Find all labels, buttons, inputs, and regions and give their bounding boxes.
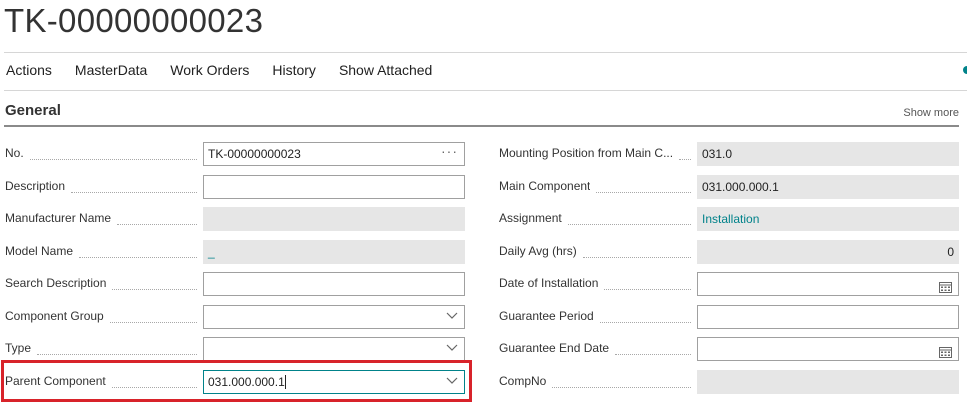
field-row-search-description: Search Description — [5, 272, 465, 298]
field-value-text: 0 — [947, 244, 954, 259]
field-value-text: 031.000.000.1 — [702, 179, 779, 194]
field-row-main-component: Main Component 031.000.000.1 — [499, 174, 959, 201]
menu-show-attached[interactable]: Show Attached — [339, 62, 432, 78]
action-menu: Actions MasterData Work Orders History S… — [6, 62, 455, 78]
show-more-link[interactable]: Show more — [903, 107, 959, 119]
field-label: Model Name — [5, 243, 74, 258]
label-leader-dots — [599, 310, 691, 323]
field-row-assignment: Assignment Installation — [499, 207, 959, 233]
field-label: No. — [5, 146, 24, 160]
menu-actions[interactable]: Actions — [6, 62, 52, 78]
field-row-model-name: Model Name _ — [5, 239, 465, 266]
field-value-text: Installation — [702, 212, 760, 226]
label-leader-dots — [604, 277, 691, 290]
label-leader-dots — [582, 245, 691, 258]
field-value-text: _ — [208, 244, 215, 259]
description-input[interactable] — [203, 174, 465, 199]
field-label: Manufacturer Name — [5, 211, 112, 225]
label-leader-dots — [71, 180, 197, 193]
label-leader-dots — [679, 147, 691, 160]
menu-masterdata[interactable]: MasterData — [75, 62, 147, 78]
page-title: TK-00000000023 — [4, 2, 264, 39]
header-divider — [4, 52, 967, 53]
field-label: Main Component — [499, 178, 591, 193]
field-row-compno: CompNo — [499, 369, 959, 396]
field-label: Assignment — [499, 211, 562, 225]
field-row-no: No. TK-00000000023 ··· — [5, 142, 465, 168]
search-description-input[interactable] — [203, 272, 465, 296]
field-row-description: Description — [5, 174, 465, 201]
field-label: Type — [5, 341, 32, 355]
label-leader-dots — [29, 147, 197, 160]
field-label: Guarantee Period — [499, 308, 594, 323]
field-label: Date of Installation — [499, 276, 599, 290]
section-title-general[interactable]: General — [5, 102, 61, 119]
guarantee-end-date-input[interactable] — [697, 337, 959, 361]
chevron-down-icon[interactable] — [446, 312, 458, 320]
label-leader-dots — [79, 245, 197, 258]
field-label: Search Description — [5, 276, 107, 290]
no-input[interactable]: TK-00000000023 ··· — [203, 142, 465, 166]
main-component-value: 031.000.000.1 — [697, 174, 959, 199]
calendar-icon[interactable] — [939, 278, 952, 300]
daily-avg-hrs-value: 0 — [697, 239, 959, 264]
label-leader-dots — [37, 342, 197, 355]
menu-divider — [4, 90, 967, 91]
label-leader-dots — [552, 375, 691, 388]
chevron-down-icon[interactable] — [446, 344, 458, 352]
label-leader-dots — [596, 180, 691, 193]
pane-toggle-handle[interactable] — [963, 66, 967, 74]
label-leader-dots — [567, 212, 691, 225]
field-row-daily-avg-hrs: Daily Avg (hrs) 0 — [499, 239, 959, 266]
field-label: CompNo — [499, 373, 547, 388]
field-label: Guarantee End Date — [499, 341, 610, 355]
field-label: Mounting Position from Main C... — [499, 146, 674, 160]
model-name-value: _ — [203, 239, 465, 264]
field-label: Component Group — [5, 308, 104, 323]
guarantee-period-input[interactable] — [697, 304, 959, 329]
field-label: Description — [5, 178, 66, 193]
field-row-guarantee-end-date: Guarantee End Date — [499, 337, 959, 363]
label-leader-dots — [109, 310, 197, 323]
field-value-text: 031.0 — [702, 147, 733, 161]
field-row-guarantee-period: Guarantee Period — [499, 304, 959, 331]
component-group-input[interactable] — [203, 304, 465, 329]
section-underline — [4, 125, 959, 127]
menu-work-orders[interactable]: Work Orders — [170, 62, 249, 78]
calendar-icon[interactable] — [939, 343, 952, 365]
label-leader-dots — [117, 212, 197, 225]
field-row-component-group: Component Group — [5, 304, 465, 331]
field-row-mounting-position-from-main-c: Mounting Position from Main C... 031.0 — [499, 142, 959, 168]
menu-history[interactable]: History — [272, 62, 316, 78]
manufacturer-name-value — [203, 207, 465, 231]
date-of-installation-input[interactable] — [697, 272, 959, 296]
more-options-icon[interactable]: ··· — [441, 140, 458, 162]
compno-value — [697, 369, 959, 394]
label-leader-dots — [112, 277, 197, 290]
field-row-date-of-installation: Date of Installation — [499, 272, 959, 298]
field-label: Daily Avg (hrs) — [499, 243, 577, 258]
mounting-position-from-main-c-value: 031.0 — [697, 142, 959, 166]
field-value-text: TK-00000000023 — [208, 147, 301, 161]
type-input[interactable] — [203, 337, 465, 361]
field-row-manufacturer-name: Manufacturer Name — [5, 207, 465, 233]
label-leader-dots — [615, 342, 691, 355]
highlight-box — [1, 360, 472, 402]
assignment-value: Installation — [697, 207, 959, 231]
